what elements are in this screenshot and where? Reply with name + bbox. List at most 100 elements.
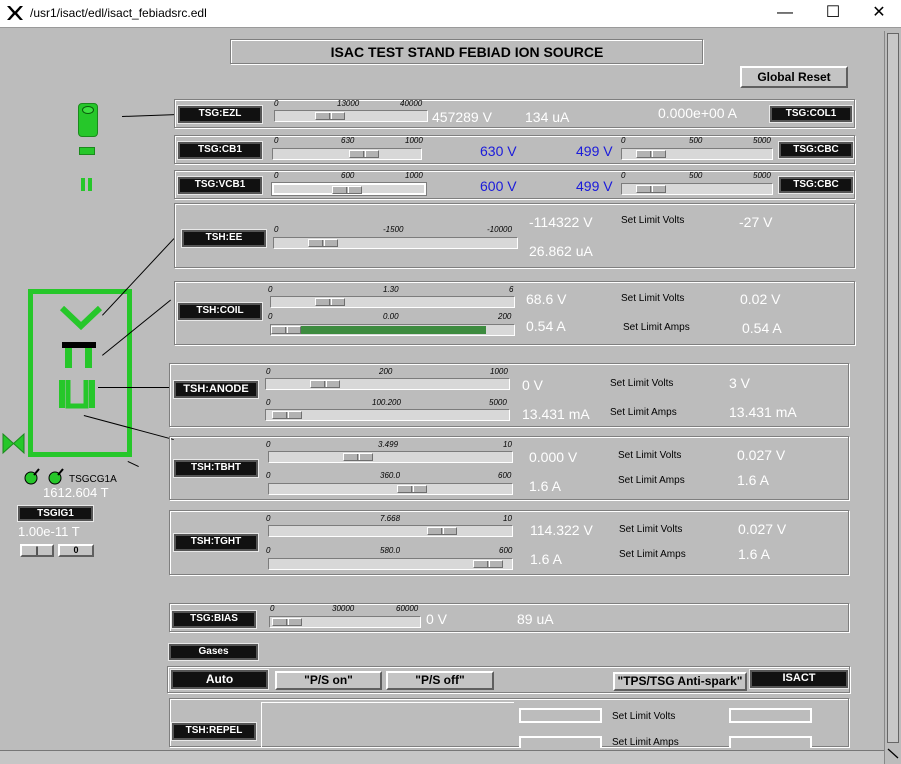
ezl-tag[interactable]: TSG:EZL xyxy=(177,105,263,124)
cb1-tick-2: 1000 xyxy=(405,136,423,145)
vcbc-slider-knob[interactable] xyxy=(636,185,666,193)
cbc-tag[interactable]: TSG:CBC xyxy=(778,141,854,159)
vcbc-tag[interactable]: TSG:CBC xyxy=(778,176,854,194)
tght-volts-slider[interactable] xyxy=(268,525,513,537)
gas-valve-icon[interactable] xyxy=(2,433,26,455)
repel-limit-volts-input[interactable] xyxy=(729,708,812,723)
tbht-limit-amps[interactable]: 1.6 A xyxy=(737,472,769,488)
tbht-volts-slider[interactable] xyxy=(268,451,513,463)
anode-amps-knob[interactable] xyxy=(272,411,302,419)
bias-tick-2: 60000 xyxy=(396,604,419,613)
vcb1-volts: 600 V xyxy=(480,178,517,194)
ee-limit-volts[interactable]: -27 V xyxy=(739,214,772,230)
cbc-slider-knob[interactable] xyxy=(636,150,666,158)
auto-button[interactable]: Auto xyxy=(170,669,269,690)
vacuum-gauge-icon[interactable] xyxy=(22,466,70,486)
tght-amps-knob[interactable] xyxy=(473,560,503,568)
display-canvas: ISAC TEST STAND FEBIAD ION SOURCE Global… xyxy=(0,27,901,764)
minimize-button[interactable]: — xyxy=(762,0,808,27)
cb1-tag[interactable]: TSG:CB1 xyxy=(177,141,263,160)
bias-tag[interactable]: TSG:BIAS xyxy=(171,610,257,629)
anode-amps-slider[interactable] xyxy=(265,409,510,421)
anti-spark-button[interactable]: "TPS/TSG Anti-spark" xyxy=(613,672,747,691)
tbht-amps-knob[interactable] xyxy=(397,485,427,493)
coil-v-tick-1: 1.30 xyxy=(383,285,399,294)
control-strip xyxy=(167,666,851,694)
anode-limit-volts-label: Set Limit Volts xyxy=(610,378,674,389)
maximize-button[interactable]: ☐ xyxy=(810,0,856,27)
horizontal-scrollbar[interactable] xyxy=(0,750,884,764)
ezl-slider[interactable] xyxy=(274,110,428,122)
cb1-slider[interactable] xyxy=(272,148,422,160)
isact-button[interactable]: ISACT xyxy=(749,669,849,689)
vcb1-slider-knob[interactable] xyxy=(332,186,362,194)
vcbc-slider[interactable] xyxy=(621,183,773,195)
vcb1-slider[interactable] xyxy=(271,182,427,196)
anode-volts-slider[interactable] xyxy=(265,378,510,390)
tbht-volts-knob[interactable] xyxy=(343,453,373,461)
ee-slider[interactable] xyxy=(273,237,518,249)
cb1-tick-0: 0 xyxy=(274,136,279,145)
cold-cathode-gauge-name: TSGCG1A xyxy=(69,474,117,485)
scrollbar-thumb[interactable] xyxy=(887,33,899,743)
ion-gauge-tag[interactable]: TSGIG1 xyxy=(17,505,94,522)
coil-amps-knob[interactable] xyxy=(271,326,301,334)
einzel-lens-element[interactable] xyxy=(78,103,98,137)
coil-element-icon[interactable] xyxy=(60,340,98,370)
vertical-scrollbar[interactable] xyxy=(884,31,901,764)
repel-volts-readout xyxy=(519,708,602,723)
tght-limit-volts[interactable]: 0.027 V xyxy=(738,521,786,537)
ee-slider-knob[interactable] xyxy=(308,239,338,247)
anode-element-icon[interactable] xyxy=(57,378,97,414)
ps-off-button[interactable]: "P/S off" xyxy=(386,671,494,690)
anode-volts: 0 V xyxy=(522,377,544,393)
coil-v-tick-2: 6 xyxy=(509,285,514,294)
anode-tag[interactable]: TSH:ANODE xyxy=(173,380,259,399)
bias-slider[interactable] xyxy=(269,616,421,628)
coil-limit-volts[interactable]: 0.02 V xyxy=(740,291,780,307)
tght-amps-slider[interactable] xyxy=(268,558,513,570)
coil-limit-amps[interactable]: 0.54 A xyxy=(742,320,782,336)
tbht-tag[interactable]: TSH:TBHT xyxy=(173,459,259,478)
extraction-electrode-icon[interactable] xyxy=(60,306,102,330)
ps-on-button[interactable]: "P/S on" xyxy=(275,671,382,690)
tght-limit-amps[interactable]: 1.6 A xyxy=(738,546,770,562)
tght-volts-knob[interactable] xyxy=(427,527,457,535)
col1-tag[interactable]: TSG:COL1 xyxy=(769,105,853,123)
ezl-tick-1: 13000 xyxy=(337,99,360,108)
bias-slider-knob[interactable] xyxy=(272,618,302,626)
global-reset-button[interactable]: Global Reset xyxy=(740,66,848,88)
scroll-down-arrow-icon[interactable] xyxy=(887,747,899,759)
tbht-limit-volts[interactable]: 0.027 V xyxy=(737,447,785,463)
tght-v-tick-1: 7.668 xyxy=(380,514,401,523)
coil-volts-slider[interactable] xyxy=(270,296,515,308)
steerer-element[interactable] xyxy=(79,147,95,155)
repel-limit-amps-input[interactable] xyxy=(729,736,812,748)
coil-tag[interactable]: TSH:COIL xyxy=(177,302,263,321)
vcb1-tag[interactable]: TSG:VCB1 xyxy=(177,176,263,195)
coil-amps-slider[interactable] xyxy=(270,324,515,336)
coil-a-tick-2: 200 xyxy=(498,312,512,321)
anode-limit-volts[interactable]: 3 V xyxy=(729,375,750,391)
cb1-slider-knob[interactable] xyxy=(349,150,379,158)
ee-tick-2: -10000 xyxy=(487,225,512,234)
close-button[interactable]: ✕ xyxy=(856,0,901,27)
ion-gauge-on-button[interactable]: 0 xyxy=(58,544,94,557)
anode-limit-amps[interactable]: 13.431 mA xyxy=(729,404,797,420)
anode-current: 13.431 mA xyxy=(522,406,590,422)
gases-button[interactable]: Gases xyxy=(168,643,259,661)
coil-volts-knob[interactable] xyxy=(315,298,345,306)
ee-tag[interactable]: TSH:EE xyxy=(181,229,267,248)
cbc-tick-1: 500 xyxy=(689,136,703,145)
repel-tag[interactable]: TSH:REPEL xyxy=(171,722,257,741)
anode-volts-knob[interactable] xyxy=(310,380,340,388)
tbht-a-tick-0: 0 xyxy=(266,471,271,480)
tbht-limit-amps-label: Set Limit Amps xyxy=(618,475,685,486)
ezl-slider-knob[interactable] xyxy=(315,112,345,120)
tbht-limit-volts-label: Set Limit Volts xyxy=(618,450,682,461)
cbc-slider[interactable] xyxy=(621,148,773,160)
tbht-amps-slider[interactable] xyxy=(268,483,513,495)
anode-v-tick-2: 1000 xyxy=(490,367,508,376)
ion-gauge-off-button[interactable]: | xyxy=(20,544,54,557)
tght-tag[interactable]: TSH:TGHT xyxy=(173,533,259,552)
